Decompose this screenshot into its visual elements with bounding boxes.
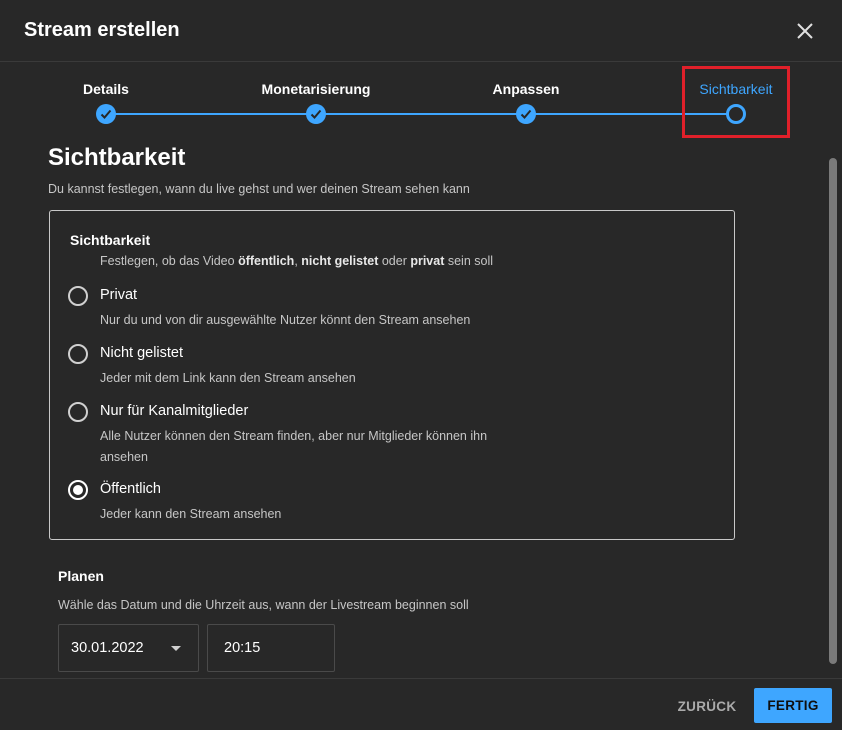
radio-button[interactable] (68, 286, 88, 306)
visibility-desc-text: Festlegen, ob das Video (100, 254, 239, 268)
date-value: 30.01.2022 (71, 640, 144, 656)
radio-button[interactable] (68, 402, 88, 422)
visibility-desc-unlisted: nicht gelistet (301, 254, 379, 268)
visibility-description: Festlegen, ob das Video öffentlich, nich… (100, 254, 493, 268)
option-label: Privat (100, 287, 138, 303)
radio-option-privat[interactable]: Privat Nur du und von dir ausgewählte Nu… (68, 286, 708, 330)
section-title: Sichtbarkeit (48, 144, 186, 171)
stepper: Details Monetarisierung Anpassen Sichtba… (0, 62, 842, 140)
step-dot-details[interactable] (96, 104, 116, 124)
radio-button[interactable] (68, 344, 88, 364)
dropdown-arrow-icon (171, 646, 181, 651)
step-label-monetarisierung[interactable]: Monetarisierung (262, 81, 371, 97)
step-label-sichtbarkeit[interactable]: Sichtbarkeit (699, 81, 772, 97)
check-icon (310, 109, 322, 119)
schedule-subtitle: Wähle das Datum und die Uhrzeit aus, wan… (58, 598, 469, 612)
option-description: Alle Nutzer können den Stream finden, ab… (100, 429, 488, 464)
visibility-heading: Sichtbarkeit (70, 232, 151, 248)
scrollbar-thumb[interactable] (829, 158, 837, 664)
stepper-progress-line (106, 113, 736, 115)
step-label-details[interactable]: Details (83, 81, 129, 97)
dialog-content: Sichtbarkeit Du kannst festlegen, wann d… (0, 140, 842, 678)
option-label: Nicht gelistet (100, 345, 184, 361)
step-dot-monetarisierung[interactable] (306, 104, 326, 124)
visibility-desc-text: sein soll (444, 254, 494, 268)
section-subtitle: Du kannst festlegen, wann du live gehst … (48, 182, 470, 196)
step-dot-sichtbarkeit[interactable] (726, 104, 746, 124)
visibility-desc-private: privat (410, 254, 445, 268)
dialog-header: Stream erstellen (0, 0, 842, 62)
step-dot-anpassen[interactable] (516, 104, 536, 124)
step-label-anpassen[interactable]: Anpassen (493, 81, 560, 97)
radio-option-nicht-gelistet[interactable]: Nicht gelistet Jeder mit dem Link kann d… (68, 344, 708, 388)
check-icon (100, 109, 112, 119)
done-button[interactable]: FERTIG (754, 688, 832, 723)
visibility-desc-text: oder (378, 254, 411, 268)
option-description: Jeder mit dem Link kann den Stream anseh… (100, 371, 356, 385)
back-button[interactable]: ZURÜCK (668, 689, 746, 723)
close-icon (797, 23, 813, 39)
option-label: Nur für Kanalmitglieder (100, 403, 249, 419)
visibility-desc-public: öffentlich (238, 254, 295, 268)
dialog-title: Stream erstellen (24, 19, 180, 41)
date-dropdown[interactable]: 30.01.2022 (58, 624, 199, 672)
visibility-panel: Sichtbarkeit Festlegen, ob das Video öff… (49, 210, 735, 540)
radio-option-oeffentlich[interactable]: Öffentlich Jeder kann den Stream ansehen (68, 480, 708, 524)
radio-option-kanalmitglieder[interactable]: Nur für Kanalmitglieder Alle Nutzer könn… (68, 402, 708, 468)
dialog-footer: ZURÜCK FERTIG (0, 678, 842, 730)
close-button[interactable] (792, 18, 818, 44)
option-label: Öffentlich (100, 481, 161, 497)
option-description: Jeder kann den Stream ansehen (100, 507, 282, 521)
check-icon (520, 109, 532, 119)
schedule-title: Planen (58, 568, 104, 584)
option-description: Nur du und von dir ausgewählte Nutzer kö… (100, 313, 471, 327)
time-input[interactable] (207, 624, 335, 672)
radio-button-checked[interactable] (68, 480, 88, 500)
